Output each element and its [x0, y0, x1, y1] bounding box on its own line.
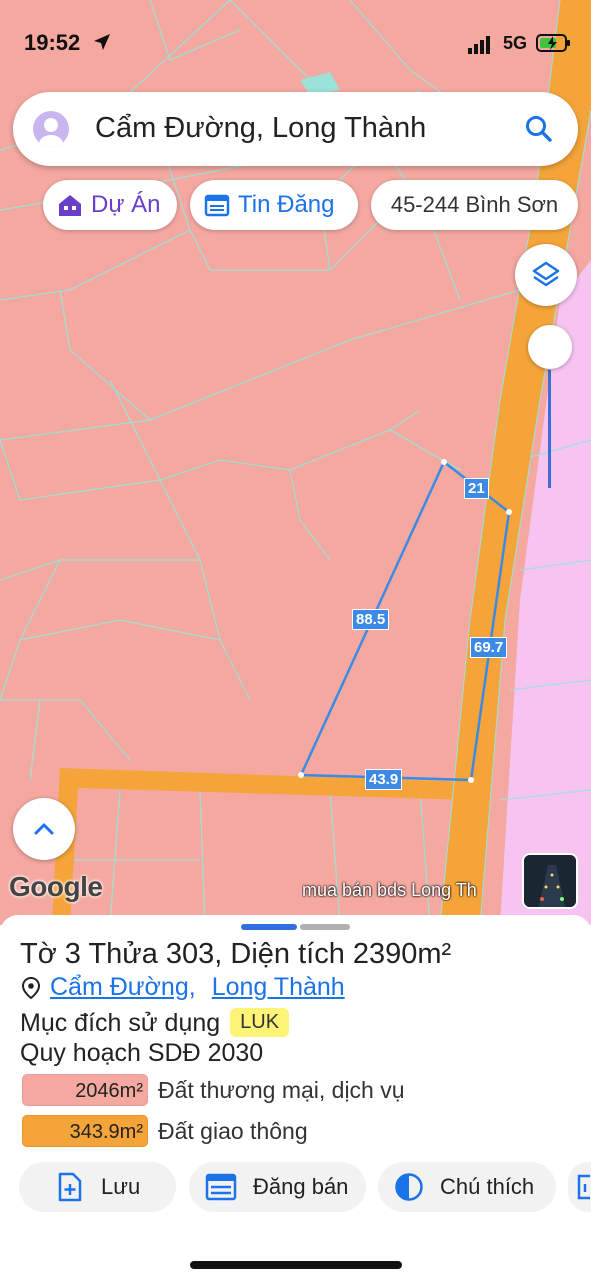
layers-button[interactable] — [515, 244, 577, 306]
search-bar[interactable]: Cẩm Đường, Long Thành — [13, 92, 578, 166]
status-bar: 19:52 5G — [0, 0, 591, 88]
save-label: Lưu — [101, 1174, 141, 1199]
home-indicator[interactable] — [190, 1261, 402, 1269]
legend-swatch-commercial: 2046m² — [22, 1074, 148, 1106]
legend-label-commercial: Đất thương mại, dịch vụ — [158, 1076, 405, 1103]
save-button[interactable]: Lưu — [19, 1162, 176, 1212]
opacity-slider-track[interactable] — [548, 370, 551, 488]
contrast-icon — [394, 1172, 424, 1202]
edge-label-left: 88.5 — [352, 609, 390, 630]
post-sale-button[interactable]: Đăng bán — [189, 1162, 366, 1212]
legend-button-label: Chú thích — [440, 1174, 535, 1199]
edge-label-top: 21 — [464, 478, 489, 499]
legend-row-traffic: 343.9m² Đất giao thông — [22, 1115, 308, 1147]
legend-label-traffic: Đất giao thông — [158, 1117, 308, 1144]
chip-lot-code-label: 45-244 Bình Sơn — [390, 192, 559, 217]
parcel-title: Tờ 3 Thửa 303, Diện tích 2390m² — [20, 938, 452, 970]
commune-link[interactable]: Cẩm Đường — [50, 973, 189, 1002]
search-input[interactable]: Cẩm Đường, Long Thành — [95, 112, 426, 145]
district-link[interactable]: Long Thành — [212, 973, 345, 1002]
listing-calendar-icon — [205, 1173, 237, 1201]
legend-button[interactable]: Chú thích — [378, 1162, 556, 1212]
building-icon — [57, 193, 83, 217]
search-icon[interactable] — [524, 114, 554, 144]
calendar-list-icon — [204, 193, 230, 217]
watermark: mua bán bds Long Th — [302, 880, 477, 900]
sheet-handle-inactive[interactable] — [300, 924, 350, 930]
google-logo: Google — [9, 871, 103, 902]
purpose-label: Mục đích sử dụng — [20, 1009, 221, 1037]
parcel-location: Cẩm Đường, Long Thành — [20, 973, 345, 1002]
layers-icon — [532, 261, 560, 287]
action-bar: Lưu Đăng bán Chú thích — [0, 1162, 591, 1214]
post-sale-label: Đăng bán — [253, 1174, 349, 1199]
sheet-handle-active[interactable] — [241, 924, 297, 930]
location-arrow-icon — [94, 34, 110, 50]
add-file-icon — [57, 1172, 83, 1202]
user-icon — [39, 118, 63, 147]
map-type-thumbnail[interactable] — [522, 853, 578, 909]
more-actions-icon — [576, 1172, 591, 1202]
battery-icon — [536, 34, 570, 52]
purpose-badge: LUK — [230, 1008, 290, 1037]
edge-label-bottom: 43.9 — [365, 769, 403, 790]
edge-label-right: 69.7 — [470, 637, 508, 658]
expand-up-button[interactable] — [13, 798, 75, 860]
opacity-slider-handle[interactable] — [528, 325, 572, 369]
status-time: 19:52 — [24, 30, 81, 55]
more-actions-button[interactable] — [568, 1162, 591, 1212]
legend-row-commercial: 2046m² Đất thương mại, dịch vụ — [22, 1074, 405, 1106]
chip-lot-code[interactable]: 45-244 Bình Sơn — [371, 180, 578, 230]
chevron-up-icon — [34, 823, 54, 835]
chip-du-an-label: Dự Án — [91, 191, 161, 218]
chip-tin-dang[interactable]: Tin Đăng — [190, 180, 358, 230]
network-type: 5G — [503, 33, 528, 53]
avatar[interactable] — [33, 111, 69, 147]
chip-tin-dang-label: Tin Đăng — [238, 191, 335, 218]
land-use-purpose: Mục đích sử dụng LUK — [20, 1008, 290, 1038]
parcel-info-sheet[interactable]: Tờ 3 Thửa 303, Diện tích 2390m² Cẩm Đườn… — [0, 915, 591, 1280]
comma-separator: , — [188, 973, 196, 1001]
runway-thumbnail-icon — [524, 855, 576, 907]
plan-label: Quy hoạch SDĐ 2030 — [20, 1039, 264, 1067]
location-pin-icon — [21, 976, 41, 999]
legend-swatch-traffic: 343.9m² — [22, 1115, 148, 1147]
signal-icon — [468, 36, 490, 54]
chip-du-an[interactable]: Dự Án — [43, 180, 177, 230]
